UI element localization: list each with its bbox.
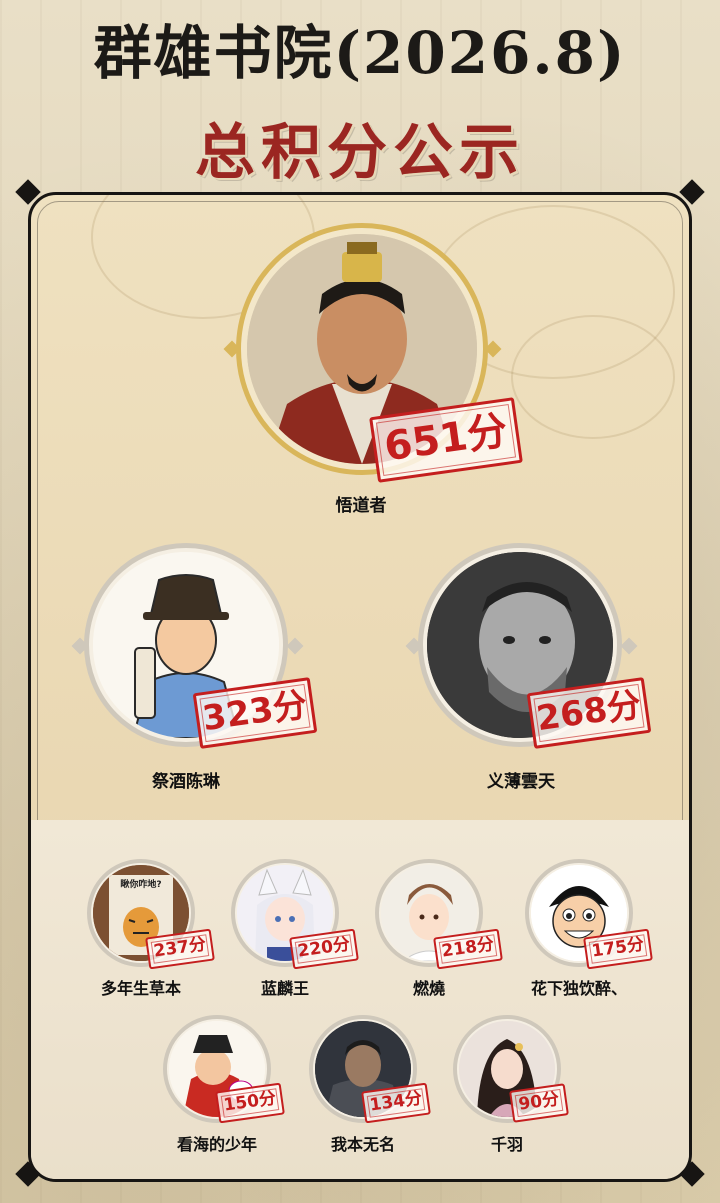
page-subtitle: 总积分公示: [195, 118, 525, 188]
player-name: 看海的少年: [176, 1135, 257, 1154]
page-title: 群雄书院(2026.8): [93, 19, 627, 87]
player-name: 祭酒陈琳: [152, 772, 220, 792]
frame-ornament: [286, 637, 304, 655]
scoreboard-panel: 651分 悟道者 323分 祭酒陈琳 268分 义薄雲天 瞅你咋地? 237分 …: [28, 192, 692, 1182]
decorative-swirl: [511, 315, 675, 439]
player-name: 我本无名: [330, 1135, 395, 1154]
player-name: 蓝麟王: [260, 979, 309, 998]
frame-ornament: [620, 637, 638, 655]
player-name: 义薄雲天: [487, 772, 555, 792]
player-name: 千羽: [490, 1135, 523, 1154]
player-name: 燃燒: [412, 979, 445, 998]
player-name: 悟道者: [335, 496, 387, 516]
book-cover-text: 瞅你咋地?: [120, 880, 162, 890]
player-name: 多年生草本: [100, 979, 181, 998]
player-name: 花下独饮醉、: [530, 979, 627, 998]
